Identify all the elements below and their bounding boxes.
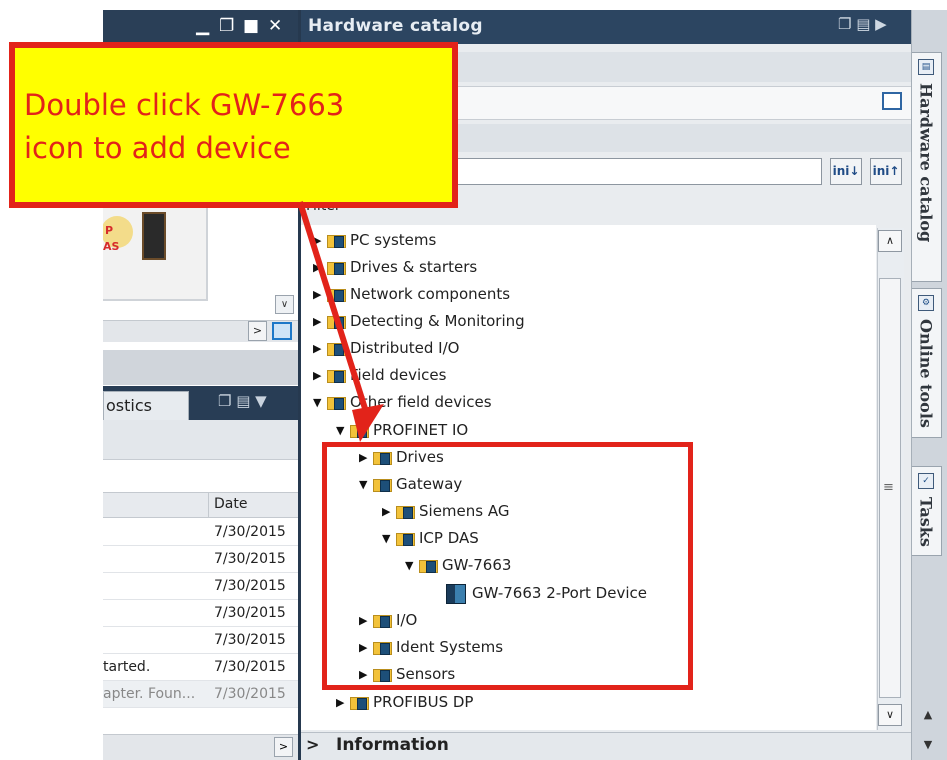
scroll-grip-icon: ≡ <box>883 480 894 495</box>
tree-item-profibus-dp[interactable]: ▶ PROFIBUS DP <box>336 690 473 714</box>
table-row[interactable]: 7/30/2015 <box>103 519 298 546</box>
tree-item-label: PROFIBUS DP <box>373 693 474 711</box>
tab-diagnostics[interactable]: ostics <box>103 391 189 420</box>
tree-item-distributed-io[interactable]: ▶ Distributed I/O <box>313 336 459 360</box>
left-horizontal-scrollbar[interactable] <box>103 320 298 342</box>
information-label: Information <box>336 735 449 755</box>
tree-item-label: Drives & starters <box>350 258 478 276</box>
tree-item-label: Field devices <box>350 366 447 384</box>
catalog-title: Hardware catalog <box>308 16 483 36</box>
collapse-arrow-icon[interactable]: ▼ <box>313 391 327 415</box>
row-date: 7/30/2015 <box>214 659 286 675</box>
expand-arrow-icon[interactable]: ▶ <box>313 364 327 388</box>
restore-pane-icon[interactable] <box>882 92 902 110</box>
collapse-arrow-icon[interactable]: ▼ <box>336 419 350 443</box>
folder-icon <box>350 423 369 438</box>
tab-online-tools[interactable]: ⚙ Online tools <box>912 288 942 438</box>
tree-item-field-devices[interactable]: ▶ Field devices <box>313 363 446 387</box>
folder-icon <box>327 260 346 275</box>
tree-item-other-field-devices[interactable]: ▼ Other field devices <box>313 390 492 414</box>
tree-item-network-components[interactable]: ▶ Network components <box>313 282 510 306</box>
icp-das-logo-icon: P AS <box>103 216 133 253</box>
tree-item-label: Network components <box>350 285 511 303</box>
restore-icon[interactable]: ❐ <box>219 14 234 38</box>
column-header-date[interactable]: Date <box>208 492 298 518</box>
row-date: 7/30/2015 <box>214 524 286 540</box>
catalog-icon: ▤ <box>918 59 934 75</box>
tree-item-pc-systems[interactable]: ▶ PC systems <box>313 228 436 252</box>
row-date: 7/30/2015 <box>214 551 286 567</box>
expand-arrow-icon[interactable]: ▶ <box>313 337 327 361</box>
tree-item-drives-starters[interactable]: ▶ Drives & starters <box>313 255 477 279</box>
left-scroll-down-button[interactable]: ∨ <box>275 295 294 314</box>
scroll-down-button[interactable]: ∨ <box>878 704 902 726</box>
row-date: 7/30/2015 <box>214 632 286 648</box>
device-view-icon[interactable] <box>272 322 292 340</box>
tree-item-label: Detecting & Monitoring <box>350 312 525 330</box>
folder-icon <box>327 314 346 329</box>
tree-item-label: Distributed I/O <box>350 339 460 357</box>
gateway-module-image <box>142 212 166 260</box>
row-date: 7/30/2015 <box>214 578 286 594</box>
tab-label: Hardware catalog <box>916 83 936 243</box>
inspector-window-controls-icon[interactable]: ❐ ▤ ▼ <box>218 392 267 410</box>
search-up-button[interactable]: ini↑ <box>870 158 902 185</box>
tree-item-label: PROFINET IO <box>373 421 469 439</box>
expand-arrow-icon[interactable]: ▶ <box>313 229 327 253</box>
chevron-right-icon[interactable]: > <box>306 733 319 757</box>
search-down-button[interactable]: ini↓ <box>830 158 862 185</box>
folder-icon <box>327 341 346 356</box>
tab-hardware-catalog[interactable]: ▤ Hardware catalog <box>912 52 942 282</box>
folder-icon <box>327 287 346 302</box>
expand-arrow-icon[interactable]: ▶ <box>313 310 327 334</box>
table-row[interactable]: 7/30/2015 <box>103 600 298 627</box>
table-row[interactable]: 7/30/2015 <box>103 573 298 600</box>
svg-text:P: P <box>105 224 113 237</box>
tab-tasks[interactable]: ✓ Tasks <box>912 466 942 556</box>
tab-label: Online tools <box>916 319 936 428</box>
maximize-icon[interactable]: ■ <box>243 14 259 38</box>
tree-item-label: PC systems <box>350 231 437 249</box>
scroll-right-button[interactable]: > <box>248 321 267 341</box>
instruction-callout-text: Double click GW-7663 icon to add device <box>24 88 345 165</box>
rail-scroll-down-icon[interactable]: ▼ <box>914 738 942 756</box>
scroll-up-button[interactable]: ∧ <box>878 230 902 252</box>
table-row[interactable]: tarted. 7/30/2015 <box>103 654 298 681</box>
expand-arrow-icon[interactable]: ▶ <box>313 283 327 307</box>
folder-icon <box>327 233 346 248</box>
scroll-right-button[interactable]: > <box>274 737 293 757</box>
row-message: apter. Foun... <box>103 686 196 702</box>
online-tools-icon: ⚙ <box>918 295 934 311</box>
table-row[interactable]: 7/30/2015 <box>103 627 298 654</box>
table-row[interactable]: apter. Foun... 7/30/2015 <box>103 681 298 708</box>
folder-icon <box>350 695 369 710</box>
rail-scroll-up-icon[interactable]: ▲ <box>914 708 942 726</box>
close-icon[interactable]: ✕ <box>268 14 282 38</box>
highlight-box <box>322 442 693 690</box>
expand-arrow-icon[interactable]: ▶ <box>313 256 327 280</box>
folder-icon <box>327 395 346 410</box>
svg-text:AS: AS <box>103 240 120 253</box>
folder-icon <box>327 368 346 383</box>
minimize-icon[interactable]: ▁ <box>196 14 209 38</box>
table-row[interactable]: 7/30/2015 <box>103 546 298 573</box>
row-date: 7/30/2015 <box>214 605 286 621</box>
row-message: tarted. <box>103 659 151 675</box>
row-date: 7/30/2015 <box>214 686 286 702</box>
tab-label: Tasks <box>916 497 936 547</box>
catalog-window-controls-icon[interactable]: ❐ ▤ ▶ <box>838 15 887 33</box>
tree-item-profinet-io[interactable]: ▼ PROFINET IO <box>336 418 468 442</box>
tree-item-detecting-monitoring[interactable]: ▶ Detecting & Monitoring <box>313 309 525 333</box>
left-panel-separator <box>103 350 298 385</box>
tasks-icon: ✓ <box>918 473 934 489</box>
left-bottom-scrollbar[interactable] <box>103 734 298 760</box>
expand-arrow-icon[interactable]: ▶ <box>336 691 350 715</box>
diagnostics-toolbar <box>103 420 298 460</box>
tree-item-label: Other field devices <box>350 393 492 411</box>
